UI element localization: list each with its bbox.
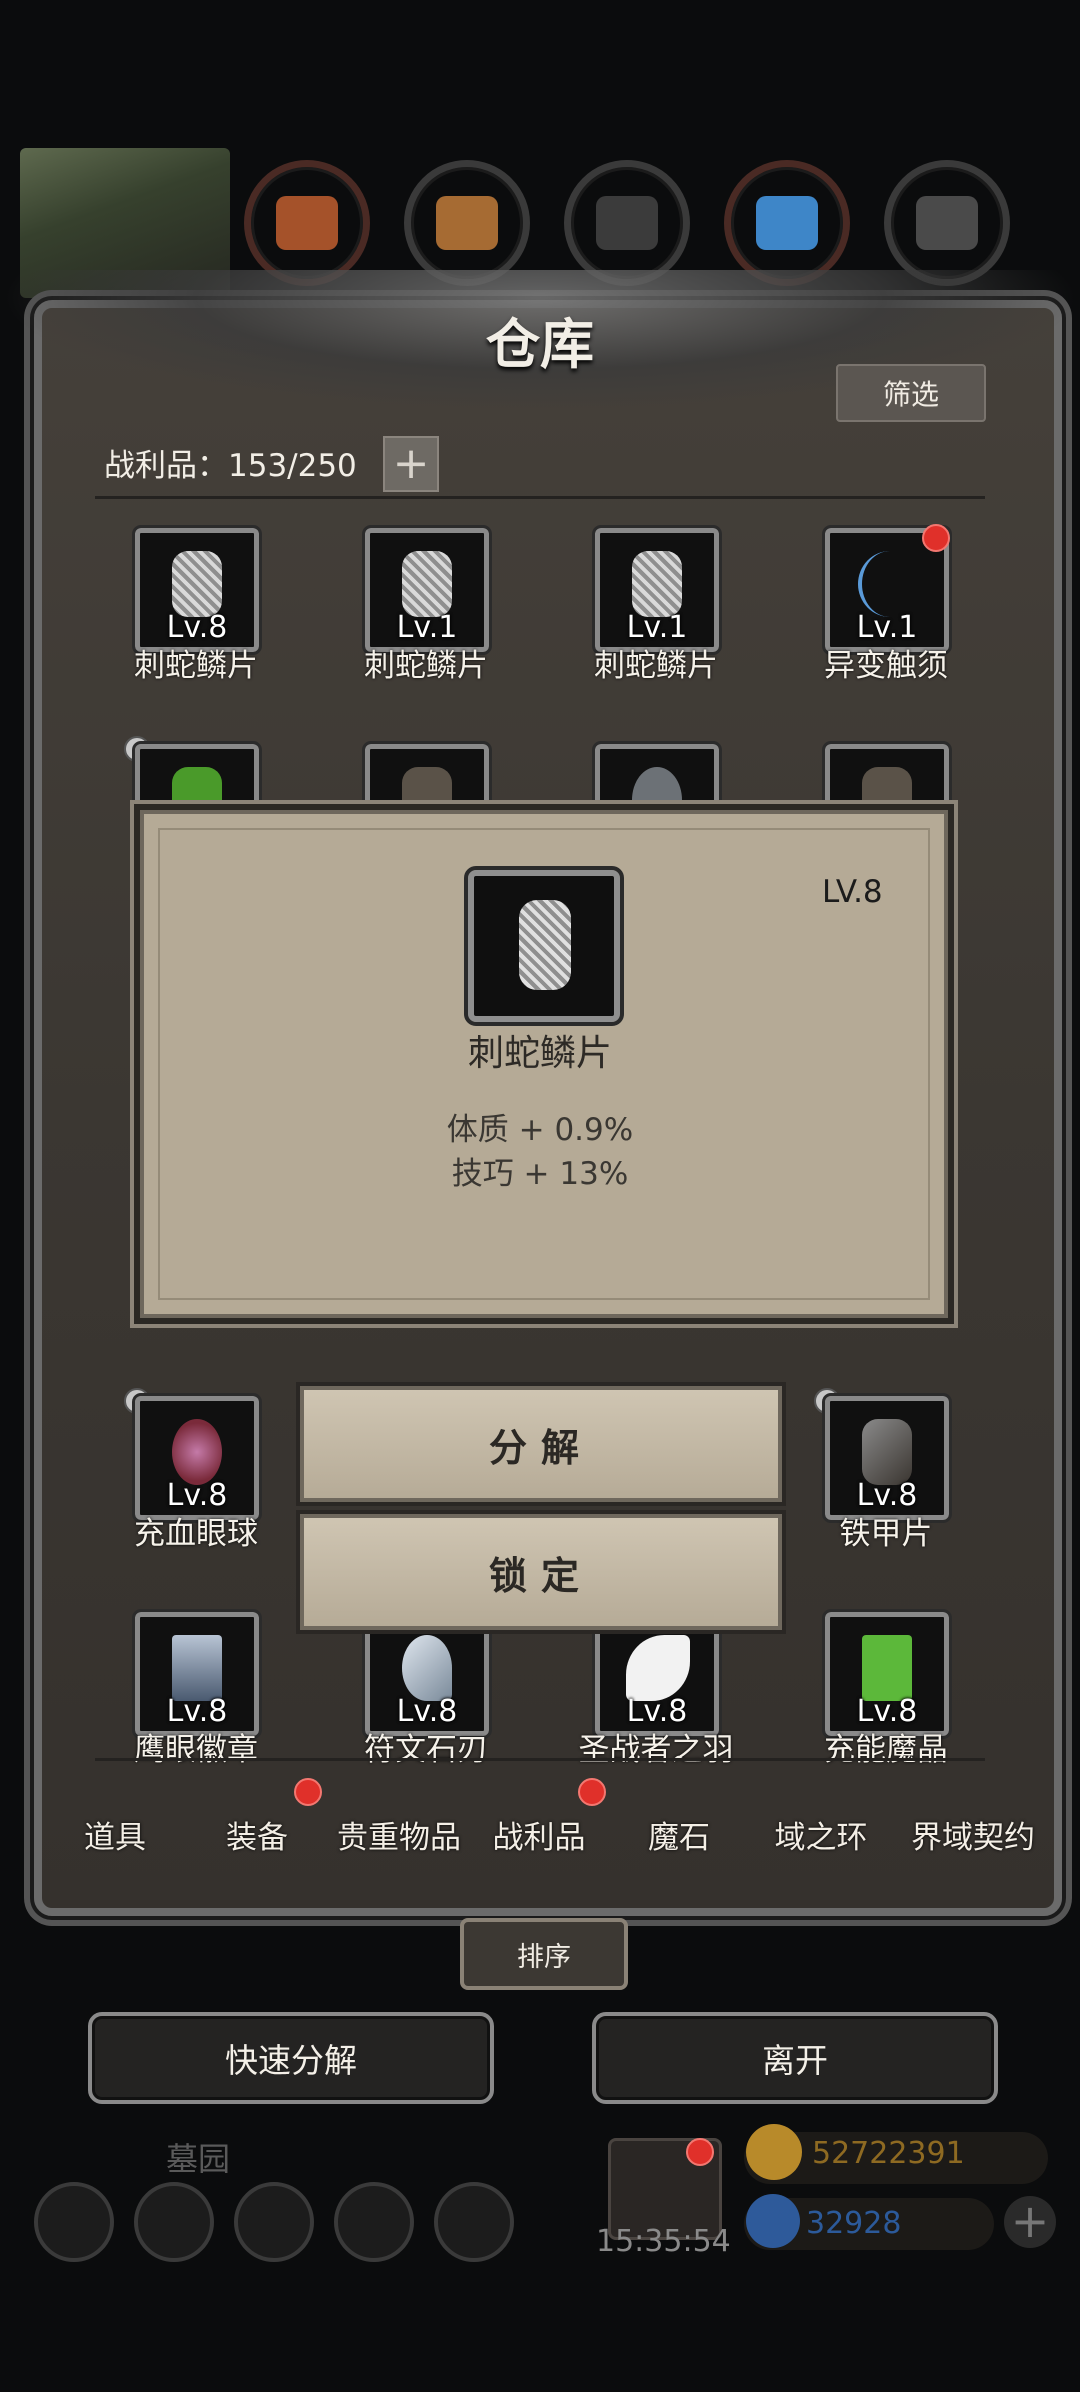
tab-loot-badge (578, 1778, 606, 1806)
popup-stat-skill: 技巧 + 13% (451, 1156, 629, 1192)
item-slot: Lv.8 (132, 525, 262, 655)
resource-icon-stone (884, 160, 1010, 286)
gold-amount: 52722391 (812, 2136, 965, 2171)
scale-icon (172, 551, 222, 617)
map-icon[interactable] (434, 2182, 514, 2262)
iron-plate-icon (862, 1419, 912, 1485)
resource-icon-iron (564, 160, 690, 286)
gift-timer: 15:35:54 (596, 2224, 731, 2259)
eyeball-icon (172, 1419, 222, 1485)
add-gems-button[interactable]: + (1004, 2196, 1056, 2248)
item-name: 鹰眼徽章 (134, 1732, 258, 1768)
item-cell[interactable]: Lv.8 鹰眼徽章 (80, 1609, 312, 1768)
gold-coin-icon (746, 2124, 802, 2180)
item-slot: Lv.8 (822, 1609, 952, 1739)
item-cell[interactable]: Lv.8 圣战者之羽 (540, 1609, 772, 1768)
item-cell[interactable]: Lv.8 刺蛇鳞片 (80, 525, 312, 684)
tab-domain-rings[interactable]: 域之环 (746, 1812, 896, 1857)
expand-capacity-button[interactable]: + (383, 436, 439, 492)
item-slot: Lv.8 (592, 1609, 722, 1739)
quick-decompose-button[interactable]: 快速分解 (88, 2012, 494, 2104)
tab-equipment-badge (294, 1778, 322, 1806)
filter-button[interactable]: 筛选 (836, 364, 986, 422)
settings-icon[interactable] (34, 2182, 114, 2262)
tentacle-icon (858, 551, 922, 617)
charged-crystal-icon (862, 1635, 912, 1701)
loot-capacity-label: 战利品： (104, 448, 228, 484)
resource-icon-crystal (724, 160, 850, 286)
scale-icon (402, 551, 452, 617)
location-label: 墓园 (166, 2140, 231, 2178)
resource-icon-meat (244, 160, 370, 286)
gift-badge (686, 2138, 714, 2166)
loot-capacity: 战利品：153/250 (104, 440, 357, 485)
item-cell[interactable]: Lv.8 充血眼球 (80, 1388, 312, 1552)
item-cell[interactable]: Lv.8 符文石刃 (310, 1609, 542, 1768)
popup-stat-constitution: 体质 + 0.9% (446, 1112, 634, 1148)
item-name: 圣战者之羽 (578, 1732, 734, 1768)
popup-item-level: LV.8 (822, 874, 883, 910)
item-slot: Lv.8 (362, 1609, 492, 1739)
item-name: 异变触须 (824, 648, 948, 684)
item-slot: Lv.8 (132, 1609, 262, 1739)
popup-item-name: 刺蛇鳞片 (467, 1033, 612, 1074)
rune-blade-icon (402, 1635, 452, 1701)
achievement-icon[interactable] (134, 2182, 214, 2262)
guild-icon[interactable] (234, 2182, 314, 2262)
item-slot: Lv.8 (822, 1393, 952, 1523)
item-name: 刺蛇鳞片 (594, 648, 718, 684)
gem-amount: 32928 (806, 2206, 902, 2241)
tab-magic-stones[interactable]: 魔石 (604, 1812, 754, 1857)
divider-top (95, 496, 985, 499)
lock-button[interactable]: 锁定 (300, 1514, 782, 1630)
tab-valuables[interactable]: 贵重物品 (324, 1812, 474, 1857)
popup-item-slot (464, 866, 624, 1026)
item-cell[interactable]: Lv.8 铁甲片 (770, 1388, 1002, 1552)
tab-domain-contracts[interactable]: 界域契约 (888, 1812, 1058, 1857)
new-badge (922, 524, 950, 552)
item-name: 充血眼球 (134, 1516, 258, 1552)
tab-loot[interactable]: 战利品 (464, 1812, 614, 1857)
item-cell[interactable]: Lv.1 刺蛇鳞片 (310, 525, 542, 684)
item-name: 充能魔晶 (824, 1732, 948, 1768)
panel-title: 仓库 (486, 313, 594, 376)
item-name: 铁甲片 (839, 1516, 933, 1552)
item-name: 符文石刃 (364, 1732, 488, 1768)
tab-equipment[interactable]: 装备 (182, 1812, 332, 1857)
item-cell[interactable]: Lv.8 充能魔晶 (770, 1609, 1002, 1768)
sort-button[interactable]: 排序 (460, 1918, 628, 1990)
resource-icon-wood (404, 160, 530, 286)
decompose-button[interactable]: 分解 (300, 1386, 782, 1502)
badge-icon (172, 1635, 222, 1701)
leave-button[interactable]: 离开 (592, 2012, 998, 2104)
scale-icon (632, 551, 682, 617)
mail-icon[interactable] (334, 2182, 414, 2262)
item-cell[interactable]: Lv.1 异变触须 (770, 524, 1002, 684)
feather-icon (626, 1635, 690, 1701)
item-slot: Lv.1 (592, 525, 722, 655)
tab-props[interactable]: 道具 (40, 1812, 190, 1857)
gem-icon (746, 2194, 800, 2248)
item-cell[interactable]: Lv.1 刺蛇鳞片 (540, 525, 772, 684)
scale-icon (519, 900, 571, 990)
item-name: 刺蛇鳞片 (134, 648, 258, 684)
item-slot: Lv.1 (362, 525, 492, 655)
item-name: 刺蛇鳞片 (364, 648, 488, 684)
loot-capacity-value: 153/250 (228, 448, 357, 484)
divider-bottom (95, 1758, 985, 1761)
item-slot: Lv.8 (132, 1393, 262, 1523)
